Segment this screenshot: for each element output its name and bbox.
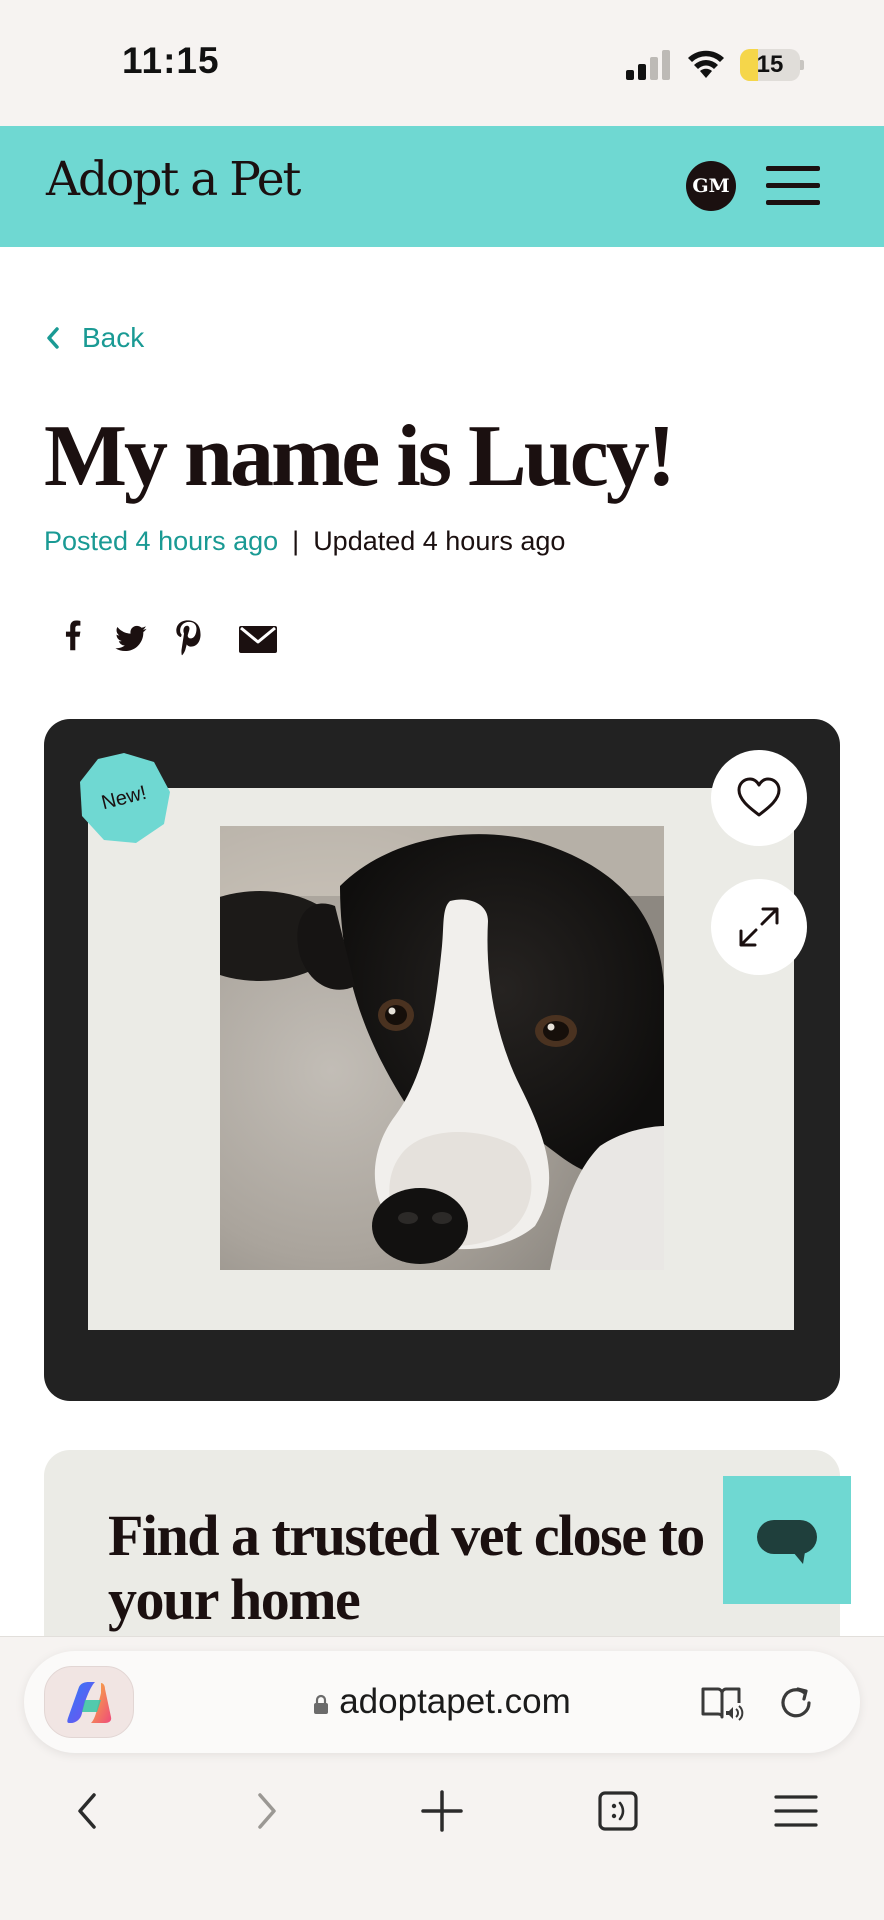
pinterest-icon[interactable] xyxy=(174,618,204,658)
tabs-icon[interactable] xyxy=(590,1783,646,1839)
copilot-icon xyxy=(67,1682,112,1723)
favorite-button[interactable] xyxy=(711,750,807,846)
url-text: adoptapet.com xyxy=(339,1682,571,1721)
back-arrow-icon[interactable] xyxy=(60,1783,116,1839)
updated-time: Updated 4 hours ago xyxy=(313,526,566,556)
browser-toolbar: adoptapet.com xyxy=(0,1636,884,1920)
user-avatar[interactable]: GM xyxy=(686,161,736,211)
site-logo[interactable]: Adopt a Pet xyxy=(46,152,301,207)
page-title: My name is Lucy! xyxy=(44,408,676,505)
status-time: 11:15 xyxy=(122,40,220,81)
twitter-icon[interactable] xyxy=(114,618,148,658)
pet-photo-card: New! xyxy=(44,719,840,1401)
battery-icon: 15 xyxy=(740,49,800,81)
heart-icon xyxy=(737,777,781,817)
back-link[interactable]: Back xyxy=(46,318,144,358)
status-bar: 11:15 15 xyxy=(0,0,884,126)
separator: | xyxy=(292,526,300,556)
address-bar[interactable]: adoptapet.com xyxy=(24,1651,860,1753)
find-vet-title: Find a trusted vet close to your home xyxy=(108,1503,705,1632)
copilot-button[interactable] xyxy=(44,1666,134,1738)
dog-photo[interactable] xyxy=(220,826,664,1270)
email-icon[interactable] xyxy=(238,618,278,658)
forward-arrow-icon[interactable] xyxy=(238,1783,294,1839)
reload-icon[interactable] xyxy=(776,1683,816,1723)
facebook-icon[interactable] xyxy=(58,618,88,658)
posted-time: Posted 4 hours ago xyxy=(44,526,279,556)
reader-audio-icon[interactable] xyxy=(700,1683,744,1723)
new-badge: New! xyxy=(76,750,172,846)
back-label: Back xyxy=(82,322,145,353)
wifi-icon xyxy=(688,50,724,78)
hamburger-menu-icon[interactable] xyxy=(766,166,820,206)
battery-level: 15 xyxy=(756,51,784,78)
lock-icon xyxy=(314,1694,329,1714)
cellular-signal-icon xyxy=(626,50,670,80)
chevron-left-icon xyxy=(47,327,59,349)
browser-menu-icon[interactable] xyxy=(768,1783,824,1839)
new-tab-icon[interactable] xyxy=(414,1783,470,1839)
chat-bubble-icon xyxy=(757,1520,817,1564)
expand-icon xyxy=(739,907,779,947)
battery-nub xyxy=(800,60,804,70)
posted-line: Posted 4 hours ago | Updated 4 hours ago xyxy=(44,526,565,557)
chat-button[interactable] xyxy=(723,1476,851,1604)
expand-photo-button[interactable] xyxy=(711,879,807,975)
